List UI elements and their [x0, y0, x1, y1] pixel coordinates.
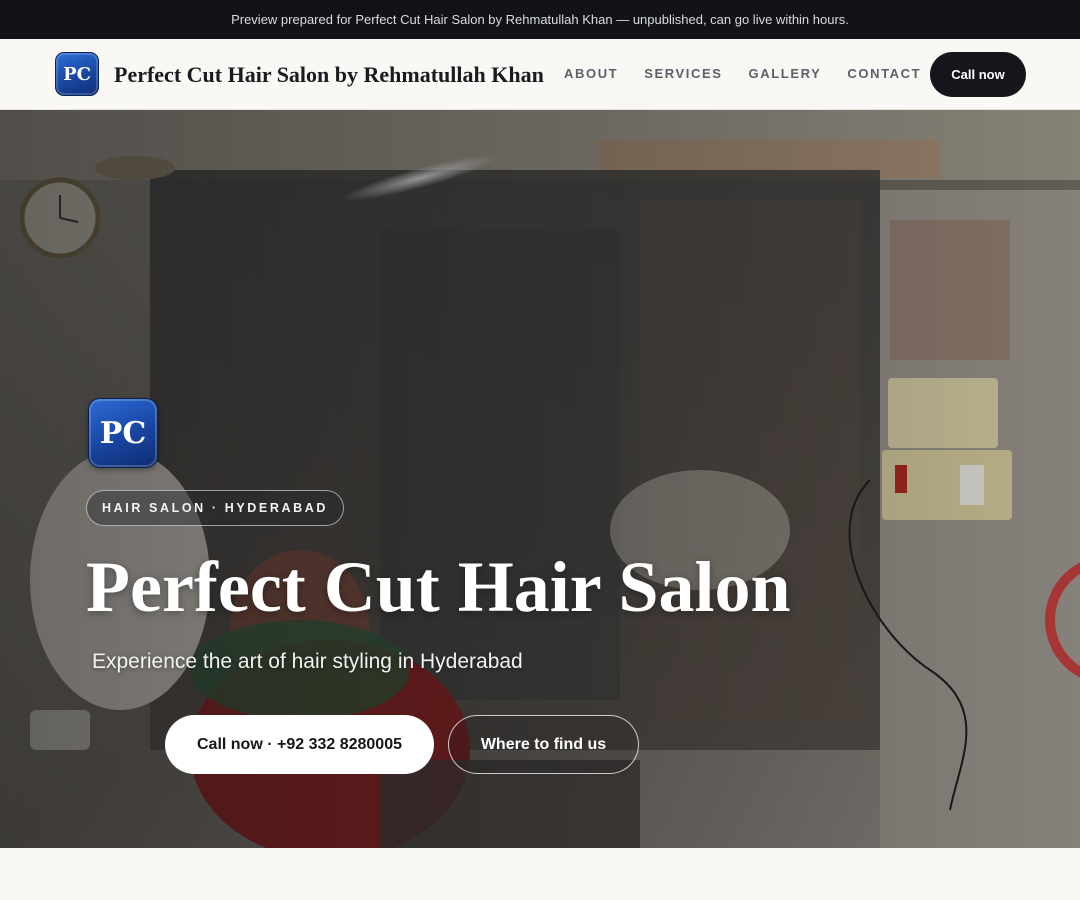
- hero-section: PC HAIR SALON · HYDERABAD Perfect Cut Ha…: [0, 110, 1080, 848]
- brand-logo-icon[interactable]: PC: [55, 52, 99, 96]
- call-now-phone-button[interactable]: Call now · +92 332 8280005: [165, 715, 434, 774]
- nav-link-services[interactable]: SERVICES: [644, 66, 722, 81]
- hero-subtitle: Experience the art of hair styling in Hy…: [92, 650, 523, 673]
- hero-title: Perfect Cut Hair Salon: [86, 547, 791, 627]
- nav-link-contact[interactable]: CONTACT: [847, 66, 921, 81]
- preview-banner: Preview prepared for Perfect Cut Hair Sa…: [0, 0, 1080, 39]
- nav-links: ABOUT SERVICES GALLERY CONTACT: [564, 66, 947, 81]
- navbar: PC Perfect Cut Hair Salon by Rehmatullah…: [0, 39, 1080, 110]
- hero-logo-icon: PC: [88, 398, 158, 468]
- next-section: [0, 848, 1080, 900]
- hero-category-badge: HAIR SALON · HYDERABAD: [86, 490, 344, 526]
- nav-link-gallery[interactable]: GALLERY: [749, 66, 822, 81]
- hero-logo-text: PC: [99, 415, 147, 451]
- where-to-find-us-button[interactable]: Where to find us: [448, 715, 639, 774]
- nav-link-about[interactable]: ABOUT: [564, 66, 618, 81]
- brand-logo-text: PC: [63, 63, 91, 85]
- brand-name[interactable]: Perfect Cut Hair Salon by Rehmatullah Kh…: [114, 62, 544, 88]
- nav-call-now-button[interactable]: Call now: [930, 52, 1026, 97]
- preview-banner-text: Preview prepared for Perfect Cut Hair Sa…: [231, 12, 849, 27]
